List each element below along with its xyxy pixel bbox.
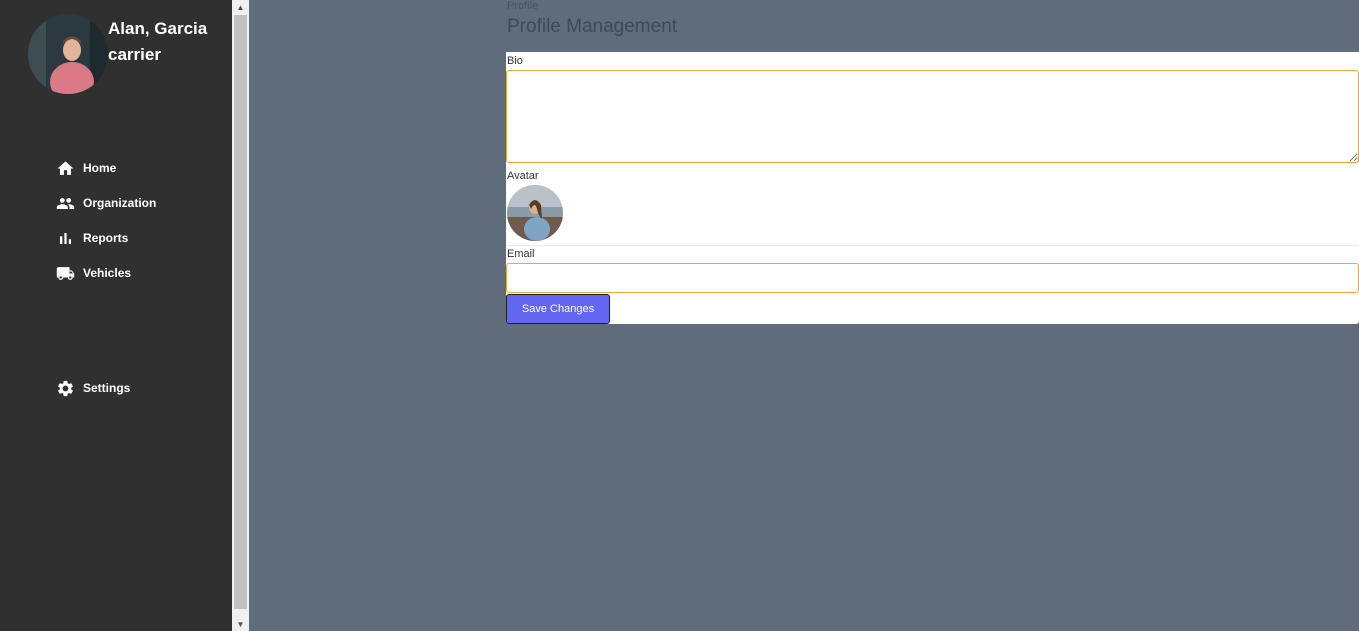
page-title: Profile Management bbox=[507, 16, 678, 37]
sidebar-item-vehicles[interactable]: Vehicles bbox=[56, 262, 131, 284]
profile-form-card: Bio Avatar Email Save Changes bbox=[506, 52, 1359, 324]
sidebar-item-label: Reports bbox=[83, 231, 129, 245]
breadcrumb[interactable]: Profile bbox=[507, 0, 538, 12]
divider bbox=[506, 245, 1359, 246]
user-photo bbox=[28, 14, 108, 94]
bar-chart-icon bbox=[59, 232, 72, 244]
truck-icon bbox=[56, 266, 75, 280]
scroll-thumb[interactable] bbox=[234, 15, 247, 609]
avatar-label: Avatar bbox=[507, 170, 539, 182]
email-label: Email bbox=[507, 248, 535, 260]
save-changes-button[interactable]: Save Changes bbox=[506, 294, 610, 324]
sidebar: Alan, Garcia carrier Home Organization R… bbox=[0, 0, 232, 631]
sidebar-item-organization[interactable]: Organization bbox=[56, 192, 156, 214]
sidebar-scrollbar[interactable]: ▲ ▼ bbox=[232, 0, 249, 631]
scroll-up-arrow-icon[interactable]: ▲ bbox=[232, 0, 249, 14]
user-name: Alan, Garcia carrier bbox=[108, 16, 207, 68]
bio-textarea[interactable] bbox=[506, 70, 1359, 163]
scroll-down-arrow-icon[interactable]: ▼ bbox=[232, 617, 249, 631]
sidebar-item-label: Settings bbox=[83, 381, 131, 395]
user-avatar[interactable] bbox=[28, 14, 108, 94]
avatar-photo bbox=[507, 185, 563, 241]
user-role: carrier bbox=[108, 45, 161, 64]
people-icon bbox=[56, 197, 75, 209]
sidebar-item-label: Home bbox=[83, 161, 117, 175]
bio-label: Bio bbox=[507, 55, 523, 67]
gear-icon bbox=[58, 380, 73, 396]
user-name-line1: Alan, Garcia bbox=[108, 19, 208, 38]
sidebar-item-label: Organization bbox=[83, 196, 157, 210]
sidebar-item-settings[interactable]: Settings bbox=[56, 377, 130, 399]
avatar-preview[interactable] bbox=[507, 185, 563, 241]
email-field[interactable] bbox=[506, 263, 1359, 293]
sidebar-item-reports[interactable]: Reports bbox=[56, 227, 128, 249]
home-icon bbox=[57, 160, 74, 175]
sidebar-item-label: Vehicles bbox=[83, 266, 132, 280]
sidebar-item-home[interactable]: Home bbox=[56, 157, 116, 179]
